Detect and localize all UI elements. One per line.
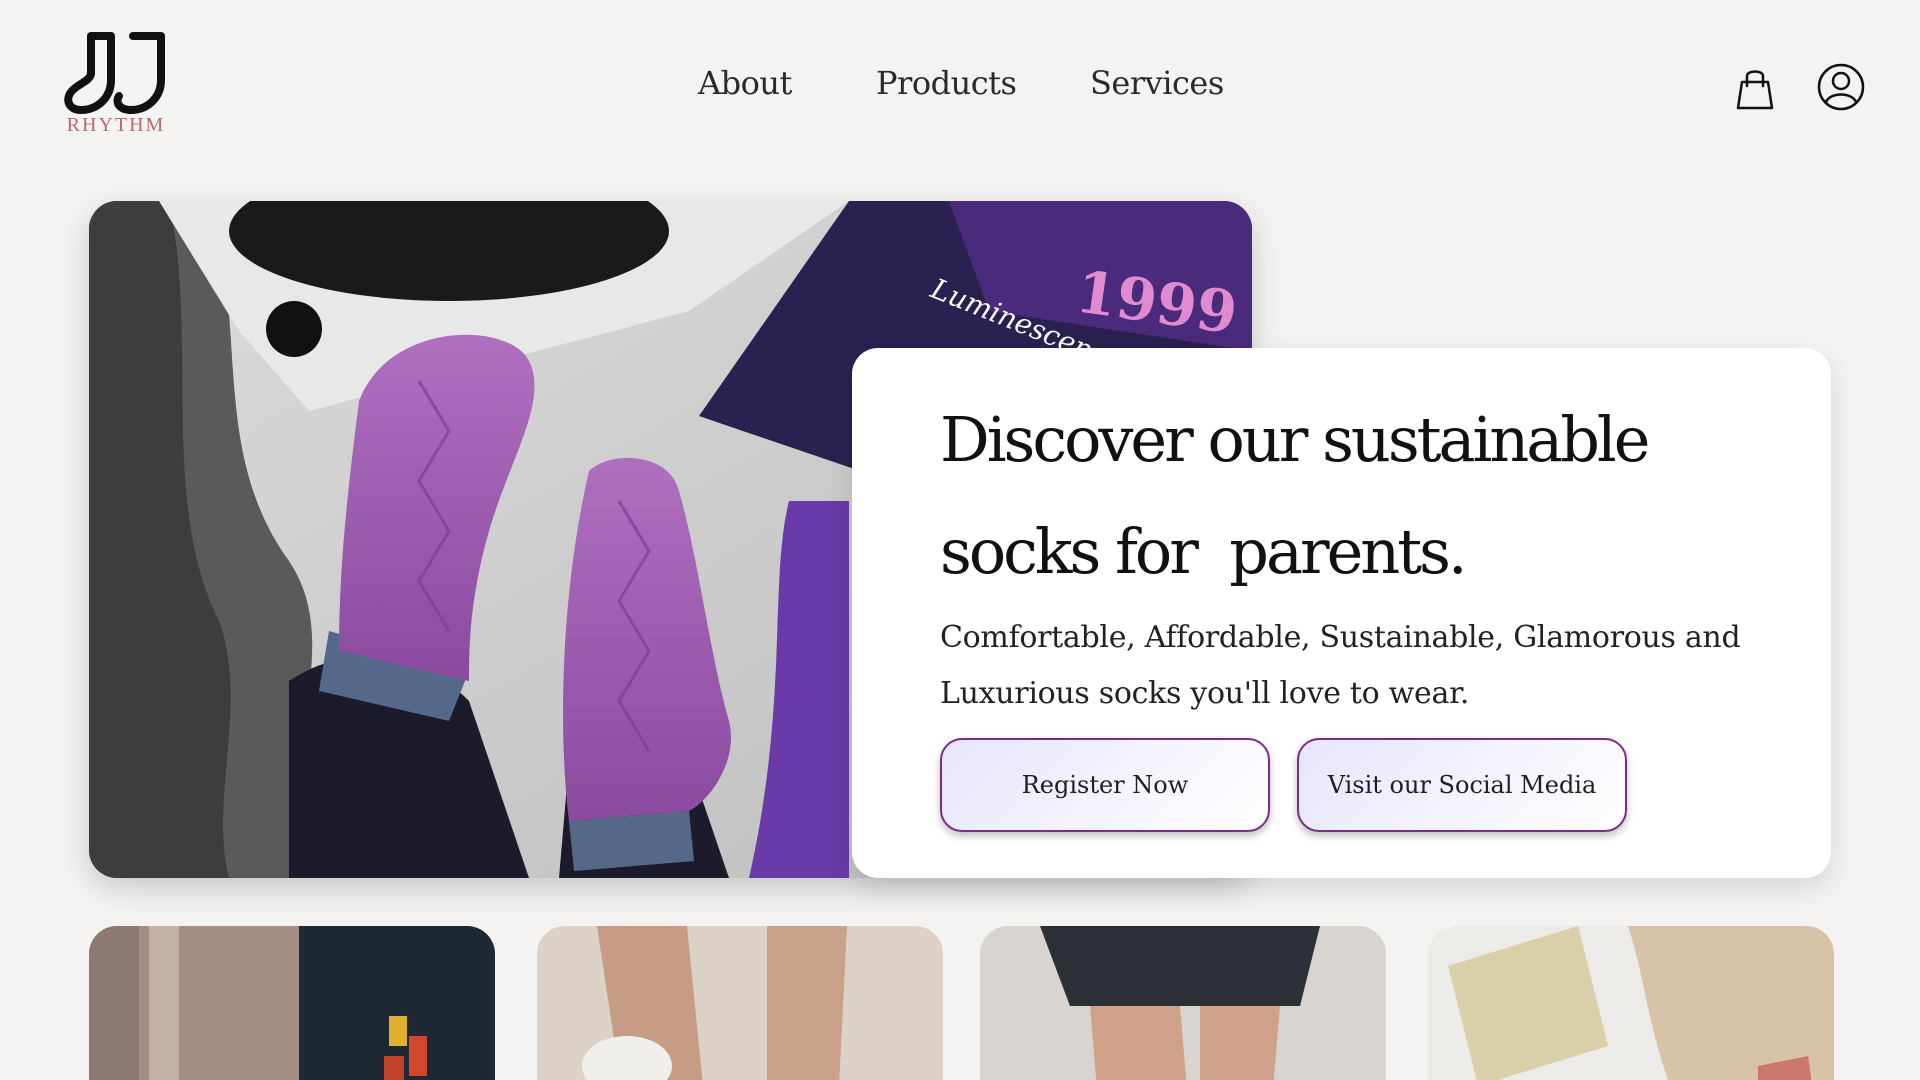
socks-logo-icon — [64, 32, 165, 114]
user-icon[interactable] — [1816, 62, 1866, 112]
brand-logo[interactable]: RHYTHM — [60, 30, 172, 137]
thumbnail-bed-book[interactable] — [1428, 926, 1834, 1080]
hero-title-line-2: socks for parents. — [940, 515, 1468, 588]
thumbnail-bookshelf[interactable] — [89, 926, 495, 1080]
brand-name: RHYTHM — [66, 114, 166, 136]
hero-subtitle-line-1: Comfortable, Affordable, Sustainable, Gl… — [940, 620, 1741, 655]
hero-subtitle: Comfortable, Affordable, Sustainable, Gl… — [940, 610, 1780, 722]
hero-card: Discover our sustainable socks for paren… — [852, 348, 1831, 878]
nav-about[interactable]: About — [698, 64, 798, 102]
hero-title-line-1: Discover our sustainable — [940, 403, 1650, 476]
hero-title: Discover our sustainable socks for paren… — [940, 384, 1770, 608]
social-media-button[interactable]: Visit our Social Media — [1297, 738, 1627, 832]
register-now-button[interactable]: Register Now — [940, 738, 1270, 832]
nav-products[interactable]: Products — [876, 64, 1017, 102]
thumbnail-legs-shoes[interactable] — [537, 926, 943, 1080]
shopping-bag-icon[interactable] — [1730, 62, 1780, 112]
nav-services[interactable]: Services — [1090, 64, 1224, 102]
thumbnail-skirt-legs[interactable] — [980, 926, 1386, 1080]
hero-subtitle-line-2: Luxurious socks you'll love to wear. — [940, 676, 1470, 711]
